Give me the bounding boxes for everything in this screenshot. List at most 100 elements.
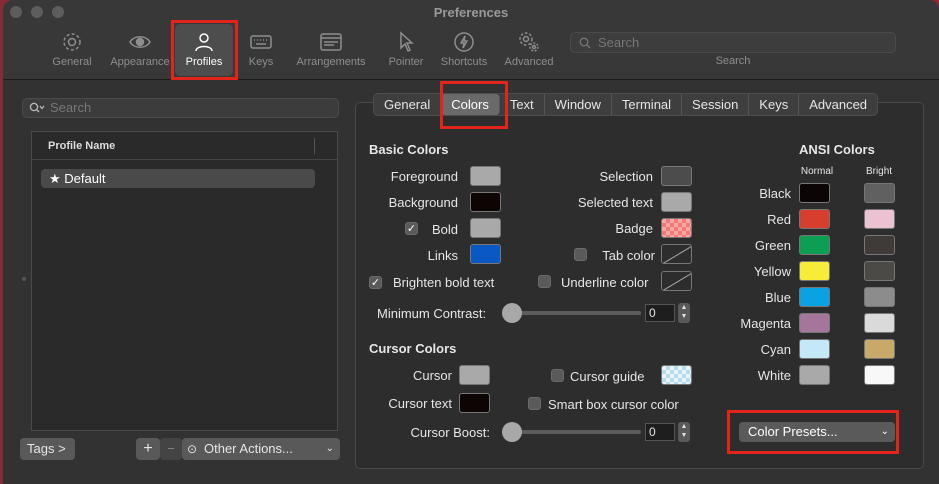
column-divider xyxy=(314,138,315,154)
cursor-boost-label: Cursor Boost: xyxy=(410,425,490,440)
ansi-yellow-bright-well[interactable] xyxy=(864,261,895,281)
cursor-guide-color-well[interactable] xyxy=(661,365,692,385)
tab-advanced[interactable]: Advanced xyxy=(799,94,877,115)
toolbar-search-input[interactable]: Search xyxy=(570,32,896,53)
brighten-bold-checkbox[interactable]: ✓ xyxy=(369,276,382,289)
ansi-normal-header: Normal xyxy=(800,166,834,177)
minimum-contrast-slider[interactable] xyxy=(505,311,641,315)
toolbar-general[interactable]: General xyxy=(40,28,104,76)
minimum-contrast-field[interactable]: 0 xyxy=(645,304,675,322)
ansi-yellow-normal-well[interactable] xyxy=(799,261,830,281)
ansi-cyan-bright-well[interactable] xyxy=(864,339,895,359)
ansi-red-normal-well[interactable] xyxy=(799,209,830,229)
toolbar-shortcuts[interactable]: Shortcuts xyxy=(432,28,496,76)
search-icon xyxy=(579,37,591,49)
cursor-label: Cursor xyxy=(412,368,452,383)
gear-icon xyxy=(40,30,104,56)
remove-profile-button[interactable]: − xyxy=(160,438,182,460)
profile-name-column-header[interactable]: Profile Name xyxy=(32,132,337,160)
ansi-blue-bright-well[interactable] xyxy=(864,287,895,307)
bold-label: Bold xyxy=(431,222,458,237)
cursor-guide-checkbox[interactable] xyxy=(551,369,564,382)
other-actions-menu[interactable]: ⊙ Other Actions... ⌄ xyxy=(182,438,340,460)
minimum-contrast-stepper[interactable]: ▲ ▼ xyxy=(678,303,690,323)
ansi-magenta-normal-well[interactable] xyxy=(799,313,830,333)
ansi-label-red: Red xyxy=(767,212,791,227)
ansi-white-normal-well[interactable] xyxy=(799,365,830,385)
ansi-cyan-normal-well[interactable] xyxy=(799,339,830,359)
other-actions-label: Other Actions... xyxy=(204,441,293,456)
toolbar-profiles-label: Profiles xyxy=(185,56,223,68)
smart-box-cursor-checkbox[interactable] xyxy=(528,397,541,410)
color-presets-label: Color Presets... xyxy=(748,424,838,439)
toolbar-advanced[interactable]: Advanced xyxy=(497,28,561,76)
foreground-color-well[interactable] xyxy=(470,166,501,186)
tab-keys[interactable]: Keys xyxy=(749,94,800,115)
foreground-label: Foreground xyxy=(390,169,458,184)
cursor-boost-slider-knob[interactable] xyxy=(502,422,522,442)
cursor-text-color-well[interactable] xyxy=(459,393,490,413)
ellipsis-icon: ⊙ xyxy=(187,442,198,456)
chevron-down-icon: ⌄ xyxy=(325,443,334,454)
selected-text-label: Selected text xyxy=(577,195,653,210)
cursor-colors-heading: Cursor Colors xyxy=(369,341,457,356)
minimum-contrast-slider-knob[interactable] xyxy=(502,303,522,323)
add-profile-button[interactable]: + xyxy=(136,438,160,460)
selection-label: Selection xyxy=(599,169,653,184)
profile-row-default[interactable]: ★ Default xyxy=(41,169,315,188)
links-label: Links xyxy=(427,248,458,263)
background-color-well[interactable] xyxy=(470,192,501,212)
tab-terminal[interactable]: Terminal xyxy=(612,94,683,115)
tab-general[interactable]: General xyxy=(374,94,442,115)
toolbar-profiles[interactable]: Profiles xyxy=(175,24,233,76)
tab-color-well[interactable] xyxy=(661,244,692,264)
tab-text[interactable]: Text xyxy=(500,94,545,115)
color-presets-menu[interactable]: Color Presets... ⌄ xyxy=(739,422,895,442)
split-handle[interactable] xyxy=(22,277,26,281)
ansi-black-normal-well[interactable] xyxy=(799,183,830,203)
ansi-blue-normal-well[interactable] xyxy=(799,287,830,307)
tab-colors[interactable]: Colors xyxy=(441,94,500,115)
ansi-label-blue: Blue xyxy=(764,290,791,305)
badge-label: Badge xyxy=(615,221,653,236)
toolbar-arrangements[interactable]: Arrangements xyxy=(292,28,370,76)
ansi-magenta-bright-well[interactable] xyxy=(864,313,895,333)
cursor-boost-stepper[interactable]: ▲ ▼ xyxy=(678,422,690,442)
tags-button[interactable]: Tags > xyxy=(20,438,75,460)
basic-colors-heading: Basic Colors xyxy=(369,142,449,157)
preferences-window: Preferences General Appearance Profiles … xyxy=(3,0,939,484)
cursor-boost-slider[interactable] xyxy=(505,430,641,434)
profile-search-input[interactable]: Search xyxy=(22,98,339,118)
keyboard-icon xyxy=(229,30,293,56)
ansi-red-bright-well[interactable] xyxy=(864,209,895,229)
search-menu-icon[interactable] xyxy=(29,99,45,117)
toolbar-keys[interactable]: Keys xyxy=(229,28,293,76)
tab-color-label: Tab color xyxy=(602,248,655,263)
profile-name-header-label: Profile Name xyxy=(48,140,116,152)
selection-color-well[interactable] xyxy=(661,166,692,186)
badge-color-well[interactable] xyxy=(661,218,692,238)
underline-color-checkbox[interactable] xyxy=(538,275,551,288)
pointer-icon xyxy=(374,30,438,56)
titlebar: Preferences General Appearance Profiles … xyxy=(3,0,939,80)
toolbar-pointer[interactable]: Pointer xyxy=(374,28,438,76)
ansi-white-bright-well[interactable] xyxy=(864,365,895,385)
tab-window[interactable]: Window xyxy=(545,94,612,115)
ansi-green-bright-well[interactable] xyxy=(864,235,895,255)
cursor-color-well[interactable] xyxy=(459,365,490,385)
toolbar-appearance[interactable]: Appearance xyxy=(107,28,173,76)
bold-color-well[interactable] xyxy=(470,218,501,238)
cursor-boost-field[interactable]: 0 xyxy=(645,423,675,441)
toolbar-general-label: General xyxy=(52,56,92,68)
cursor-guide-label: Cursor guide xyxy=(570,369,645,384)
window-title: Preferences xyxy=(433,5,509,20)
ansi-green-normal-well[interactable] xyxy=(799,235,830,255)
ansi-label-cyan: Cyan xyxy=(760,342,791,357)
tab-session[interactable]: Session xyxy=(682,94,750,115)
bolt-icon xyxy=(432,30,496,56)
ansi-black-bright-well[interactable] xyxy=(864,183,895,203)
links-color-well[interactable] xyxy=(470,244,501,264)
selected-text-color-well[interactable] xyxy=(661,192,692,212)
toolbar-pointer-label: Pointer xyxy=(388,56,424,68)
underline-color-well[interactable] xyxy=(661,271,692,291)
